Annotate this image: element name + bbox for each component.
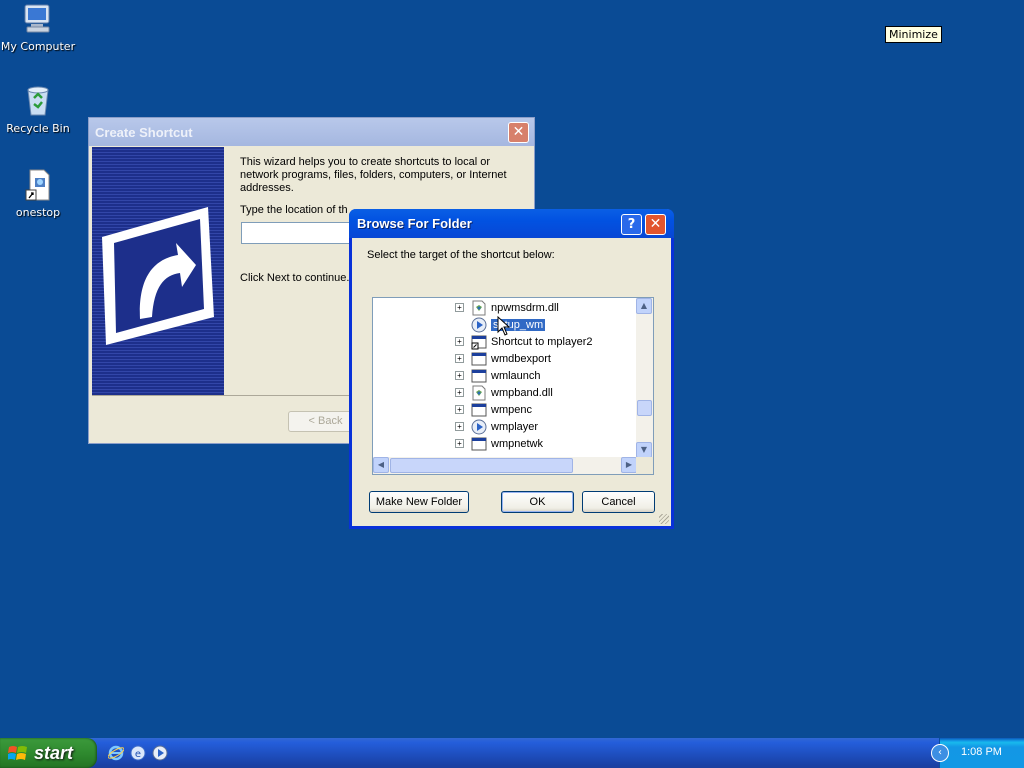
scroll-up-button[interactable]: ▲ <box>636 298 652 314</box>
resize-grip[interactable] <box>659 514 669 524</box>
minimize-tooltip: Minimize <box>885 26 942 43</box>
system-tray: ‹ 1:08 PM <box>931 738 1024 768</box>
tree-item[interactable]: + wmplayer <box>455 418 538 435</box>
start-label: start <box>34 742 74 763</box>
tree-item[interactable]: + Shortcut to mplayer2 <box>455 333 593 350</box>
scroll-down-button[interactable]: ▼ <box>636 442 652 458</box>
expand-node-button[interactable]: + <box>455 337 464 346</box>
taskbar: start e ‹ 1:08 PM <box>0 738 1024 768</box>
mouse-cursor-icon <box>497 316 511 336</box>
close-button[interactable]: ✕ <box>645 214 666 235</box>
window-title: Create Shortcut <box>95 124 193 140</box>
tree-item-label: npwmsdrm.dll <box>491 301 559 314</box>
svg-text:e: e <box>135 749 141 760</box>
tree-item[interactable]: + wmpnetwk <box>455 435 543 452</box>
scroll-thumb[interactable] <box>390 458 573 473</box>
media-player-icon <box>471 419 487 435</box>
expand-node-button[interactable]: + <box>455 303 464 312</box>
tree-item-label: wmpband.dll <box>491 386 553 399</box>
expand-node-button[interactable]: + <box>455 405 464 414</box>
desktop-icon-label: onestop <box>15 206 61 219</box>
tree-item-label: wmlaunch <box>491 369 541 382</box>
create-shortcut-titlebar[interactable]: Create Shortcut <box>89 118 534 146</box>
wizard-description: This wizard helps you to create shortcut… <box>240 156 507 194</box>
expand-node-button[interactable]: + <box>455 439 464 448</box>
desktop-icon-recycle-bin[interactable]: Recycle Bin <box>0 84 76 135</box>
scrollbar-corner <box>636 457 653 474</box>
close-button[interactable]: ✕ <box>508 122 529 143</box>
media-player-icon[interactable] <box>152 745 168 761</box>
folder-tree[interactable]: + wmpnetwk + wmplayer + wmpenc + wmpband.dll + wm… <box>372 297 654 475</box>
tree-item[interactable]: + wmlaunch <box>455 367 541 384</box>
show-hidden-icons-button[interactable]: ‹ <box>931 744 949 762</box>
clock[interactable]: 1:08 PM <box>961 746 1002 758</box>
window-app-icon <box>471 368 487 384</box>
scroll-right-button[interactable]: ▶ <box>621 457 637 473</box>
recycle-bin-icon <box>21 84 55 118</box>
browse-for-folder-dialog: Browse For Folder ? ✕ Select the target … <box>349 209 674 529</box>
dll-icon <box>471 385 487 401</box>
windows-logo-icon <box>8 746 27 760</box>
onestop-shortcut-icon <box>21 168 55 202</box>
expand-node-button[interactable]: + <box>455 371 464 380</box>
tree-item-label: wmplayer <box>491 420 539 433</box>
ok-button[interactable]: OK <box>501 491 574 513</box>
vertical-scrollbar[interactable]: ▲ ▼ <box>636 298 653 458</box>
browse-prompt: Select the target of the shortcut below: <box>367 249 555 261</box>
expand-node-button[interactable]: + <box>455 422 464 431</box>
wizard-banner <box>92 147 224 395</box>
help-button[interactable]: ? <box>621 214 642 235</box>
window-app-icon <box>471 351 487 367</box>
window-app-icon <box>471 436 487 452</box>
dll-icon <box>471 300 487 316</box>
start-button[interactable]: start <box>0 738 97 768</box>
tree-item-label: wmdbexport <box>491 352 551 365</box>
wizard-body: This wizard helps you to create shortcut… <box>240 156 525 217</box>
tree-item-label: wmpnetwk <box>491 437 543 450</box>
desktop-icon-my-computer[interactable]: My Computer <box>0 2 76 53</box>
desktop-icon-label: Recycle Bin <box>6 122 70 135</box>
location-input[interactable] <box>241 222 351 244</box>
outlook-express-icon[interactable]: e <box>130 745 146 761</box>
media-player-icon <box>471 317 487 333</box>
desktop-icon-label: My Computer <box>0 40 76 53</box>
tree-item[interactable]: + wmpenc <box>455 401 532 418</box>
desktop-icon-onestop[interactable]: onestop <box>0 168 76 219</box>
horizontal-scrollbar[interactable]: ◀ ▶ <box>373 457 638 474</box>
expand-node-button[interactable]: + <box>455 354 464 363</box>
internet-explorer-icon[interactable] <box>108 745 124 761</box>
expand-node-button[interactable]: + <box>455 388 464 397</box>
dialog-title: Browse For Folder <box>357 216 472 231</box>
window-app-icon <box>471 402 487 418</box>
tree-item[interactable]: + wmpband.dll <box>455 384 553 401</box>
shortcut-arrow-icon <box>102 207 214 345</box>
scroll-left-button[interactable]: ◀ <box>373 457 389 473</box>
make-new-folder-button[interactable]: Make New Folder <box>369 491 469 513</box>
cancel-button[interactable]: Cancel <box>582 491 655 513</box>
my-computer-icon <box>21 2 55 36</box>
tree-item[interactable]: + npwmsdrm.dll <box>455 299 559 316</box>
tree-item-label: wmpenc <box>491 403 532 416</box>
tree-item[interactable]: + wmdbexport <box>455 350 551 367</box>
next-hint: Click Next to continue. <box>240 272 350 284</box>
shortcut-icon <box>471 334 487 350</box>
tree-item-label: Shortcut to mplayer2 <box>491 335 593 348</box>
scroll-thumb[interactable] <box>637 400 652 416</box>
